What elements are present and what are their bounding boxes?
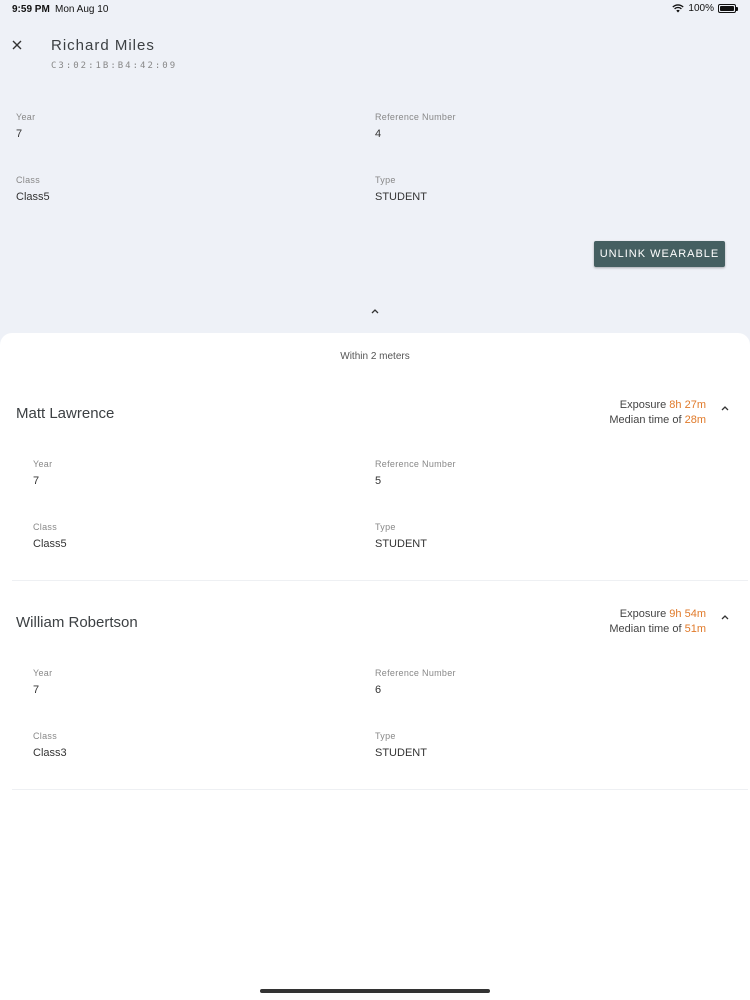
- field-label: Type: [375, 731, 396, 741]
- field-value: 7: [33, 684, 40, 696]
- field-label: Year: [33, 668, 53, 678]
- battery-percent: 100%: [688, 3, 714, 14]
- median-value: 28m: [684, 414, 706, 426]
- field-type: Type STUDENT: [375, 731, 427, 759]
- field-year: Year 7: [33, 668, 52, 696]
- contact-stats: Exposure 8h 27m Median time of 28m: [609, 398, 706, 428]
- field-class: Class Class5: [16, 175, 50, 203]
- exposure-label: Exposure: [619, 399, 667, 411]
- contact-name: Matt Lawrence: [16, 405, 115, 422]
- chevron-up-icon: [721, 615, 729, 620]
- median-label: Median time of: [609, 414, 682, 426]
- field-reference-number: Reference Number 6: [375, 668, 456, 696]
- field-label: Type: [375, 522, 396, 532]
- contact-collapse-button[interactable]: [718, 610, 732, 624]
- field-value: 5: [375, 475, 382, 487]
- exposure-label: Exposure: [619, 608, 667, 620]
- page-title: Richard Miles: [51, 37, 155, 54]
- field-year: Year 7: [16, 112, 35, 140]
- field-value: 7: [33, 475, 40, 487]
- field-value: 4: [375, 128, 382, 140]
- status-date: Mon Aug 10: [55, 4, 109, 15]
- field-year: Year 7: [33, 459, 52, 487]
- field-value: Class5: [33, 538, 67, 550]
- exposure-value: 8h 27m: [669, 399, 706, 411]
- field-value: STUDENT: [375, 538, 427, 550]
- contact-name: William Robertson: [16, 614, 138, 631]
- contact-card: Matt Lawrence Exposure 8h 27m Median tim…: [0, 375, 750, 583]
- field-class: Class Class3: [33, 731, 67, 759]
- chevron-up-icon: [371, 309, 379, 314]
- field-class: Class Class5: [33, 522, 67, 550]
- field-label: Class: [16, 175, 41, 185]
- field-label: Year: [16, 112, 36, 122]
- field-label: Type: [375, 175, 396, 185]
- contact-card: William Robertson Exposure 9h 54m Median…: [0, 584, 750, 792]
- field-value: Class5: [16, 191, 50, 203]
- field-label: Reference Number: [375, 668, 456, 678]
- median-label: Median time of: [609, 623, 682, 635]
- field-type: Type STUDENT: [375, 522, 427, 550]
- home-indicator[interactable]: [260, 989, 490, 993]
- chevron-up-icon: [721, 406, 729, 411]
- collapse-toggle[interactable]: [367, 305, 383, 317]
- divider: [12, 789, 748, 790]
- wifi-icon: [672, 4, 685, 13]
- median-value: 51m: [684, 623, 706, 635]
- contact-stats: Exposure 9h 54m Median time of 51m: [609, 607, 706, 637]
- sheet-title: Within 2 meters: [340, 351, 410, 362]
- divider: [12, 580, 748, 581]
- device-mac-address: C3:02:1B:B4:42:09: [51, 61, 178, 71]
- field-value: 6: [375, 684, 382, 696]
- device-header-panel: 9:59 PM Mon Aug 10 100% Richard Miles C3…: [0, 0, 750, 360]
- status-time: 9:59 PM: [12, 4, 50, 15]
- field-value: 7: [16, 128, 23, 140]
- field-label: Reference Number: [375, 112, 456, 122]
- field-reference-number: Reference Number 4: [375, 112, 456, 140]
- field-value: Class3: [33, 747, 67, 759]
- proximity-sheet: Within 2 meters Matt Lawrence Exposure 8…: [0, 333, 750, 1000]
- field-reference-number: Reference Number 5: [375, 459, 456, 487]
- field-value: STUDENT: [375, 191, 427, 203]
- contact-collapse-button[interactable]: [718, 401, 732, 415]
- status-indicators: 100%: [672, 3, 738, 14]
- field-label: Class: [33, 731, 58, 741]
- field-label: Year: [33, 459, 53, 469]
- field-value: STUDENT: [375, 747, 427, 759]
- exposure-value: 9h 54m: [669, 608, 706, 620]
- close-button[interactable]: [8, 36, 26, 54]
- close-icon: [12, 40, 22, 50]
- status-bar: 9:59 PM Mon Aug 10 100%: [0, 0, 750, 18]
- field-label: Reference Number: [375, 459, 456, 469]
- battery-icon: [718, 4, 738, 13]
- field-type: Type STUDENT: [375, 175, 427, 203]
- field-label: Class: [33, 522, 58, 532]
- unlink-wearable-button[interactable]: UNLINK WEARABLE: [594, 241, 725, 267]
